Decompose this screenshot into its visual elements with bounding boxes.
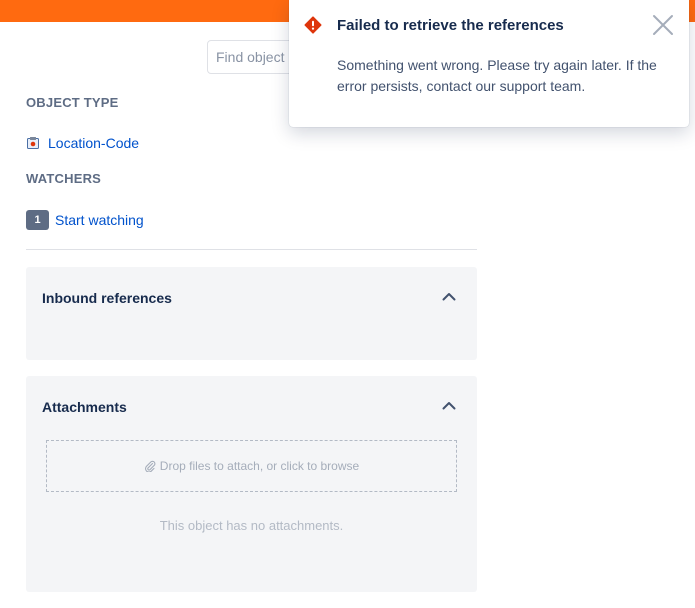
- close-icon[interactable]: [652, 14, 674, 36]
- error-flag-message: Something went wrong. Please try again l…: [337, 57, 657, 94]
- attachment-dropzone[interactable]: Drop files to attach, or click to browse: [46, 440, 457, 492]
- start-watching-label: Start watching: [55, 212, 144, 228]
- error-icon: [304, 16, 322, 34]
- attachments-title: Attachments: [42, 399, 127, 415]
- object-type-icon: [27, 137, 39, 149]
- error-flag-title: Failed to retrieve the references: [337, 17, 564, 34]
- start-watching-button[interactable]: 1 Start watching: [26, 210, 144, 230]
- chevron-up-icon[interactable]: [441, 289, 457, 305]
- dropzone-label: Drop files to attach, or click to browse: [159, 459, 360, 473]
- inbound-references-title: Inbound references: [42, 290, 172, 306]
- object-type-heading: OBJECT TYPE: [26, 95, 119, 110]
- object-type-value: Location-Code: [48, 135, 140, 151]
- error-flag: Failed to retrieve the references Someth…: [289, 0, 689, 127]
- attachments-panel: Attachments Drop files to attach, or cli…: [26, 376, 477, 592]
- inbound-references-panel: Inbound references: [26, 267, 477, 360]
- chevron-up-icon[interactable]: [441, 398, 457, 414]
- paperclip-icon: [144, 460, 156, 472]
- no-attachments-message: This object has no attachments.: [159, 518, 344, 533]
- watchers-heading: WATCHERS: [26, 171, 102, 186]
- object-type-link[interactable]: Location-Code: [26, 135, 139, 151]
- watchers-count-badge: 1: [26, 210, 49, 230]
- divider: [26, 249, 477, 250]
